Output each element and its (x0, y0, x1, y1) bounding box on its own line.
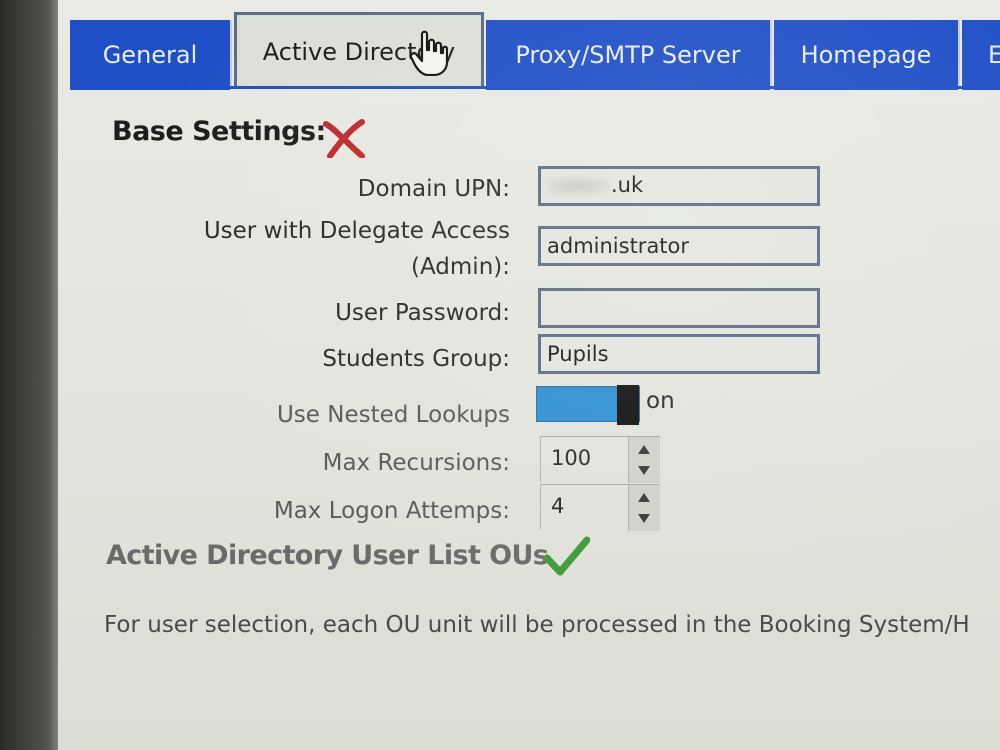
arrow-down-icon[interactable] (638, 514, 650, 523)
spin-buttons (628, 437, 660, 483)
tab-label: General (102, 41, 198, 69)
max-recursions-label: Max Recursions: (322, 450, 510, 476)
delegate-user-label-line1: User with Delegate Access (203, 218, 510, 244)
monitor-bezel (0, 0, 60, 750)
tab-label: E (988, 41, 1000, 69)
hand-cursor-icon (410, 30, 448, 76)
max-recursions-spinner[interactable]: 100 (540, 436, 660, 483)
red-x-icon (323, 119, 365, 158)
spin-buttons (628, 485, 660, 531)
max-logon-attempts-label: Max Logon Attemps: (273, 498, 510, 524)
domain-upn-field[interactable]: .uk (538, 166, 820, 206)
arrow-up-icon[interactable] (638, 493, 650, 502)
nested-lookups-toggle[interactable] (536, 385, 640, 425)
nested-lookups-label: Use Nested Lookups (276, 402, 510, 428)
green-check-icon (544, 536, 590, 576)
delegate-user-label-line2: (Admin): (411, 254, 510, 280)
tab-overflow[interactable]: E (962, 20, 1000, 90)
domain-upn-value: .uk (611, 173, 644, 197)
ou-section-title: Active Directory User List OUs (106, 540, 549, 571)
active-directory-panel: Base Settings: Domain UPN: .uk User with… (70, 88, 1000, 750)
redacted-blur (547, 177, 609, 195)
ou-description: For user selection, each OU unit will be… (104, 612, 970, 638)
domain-upn-label: Domain UPN: (357, 176, 510, 202)
arrow-up-icon[interactable] (638, 445, 650, 454)
max-recursions-value: 100 (551, 446, 592, 470)
delegate-user-input[interactable] (538, 226, 820, 266)
nested-lookups-state: on (646, 388, 675, 414)
students-group-input[interactable] (538, 334, 820, 374)
tab-label: Proxy/SMTP Server (515, 41, 741, 69)
user-password-input[interactable] (538, 288, 820, 328)
max-logon-attempts-spinner[interactable]: 4 (540, 484, 660, 531)
settings-tab-bar: General Active Directory Proxy/SMTP Serv… (70, 12, 1000, 90)
students-group-label: Students Group: (322, 346, 510, 372)
base-settings-title: Base Settings: (112, 116, 326, 147)
tab-label: Homepage (800, 41, 932, 69)
tab-general[interactable]: General (70, 20, 232, 90)
user-password-label: User Password: (335, 300, 510, 326)
photo-frame: General Active Directory Proxy/SMTP Serv… (0, 0, 1000, 750)
max-logon-attempts-value: 4 (551, 494, 565, 518)
arrow-down-icon[interactable] (638, 466, 650, 475)
tab-homepage[interactable]: Homepage (774, 20, 960, 90)
tab-proxy-smtp-server[interactable]: Proxy/SMTP Server (486, 20, 772, 90)
toggle-knob[interactable] (617, 385, 639, 425)
